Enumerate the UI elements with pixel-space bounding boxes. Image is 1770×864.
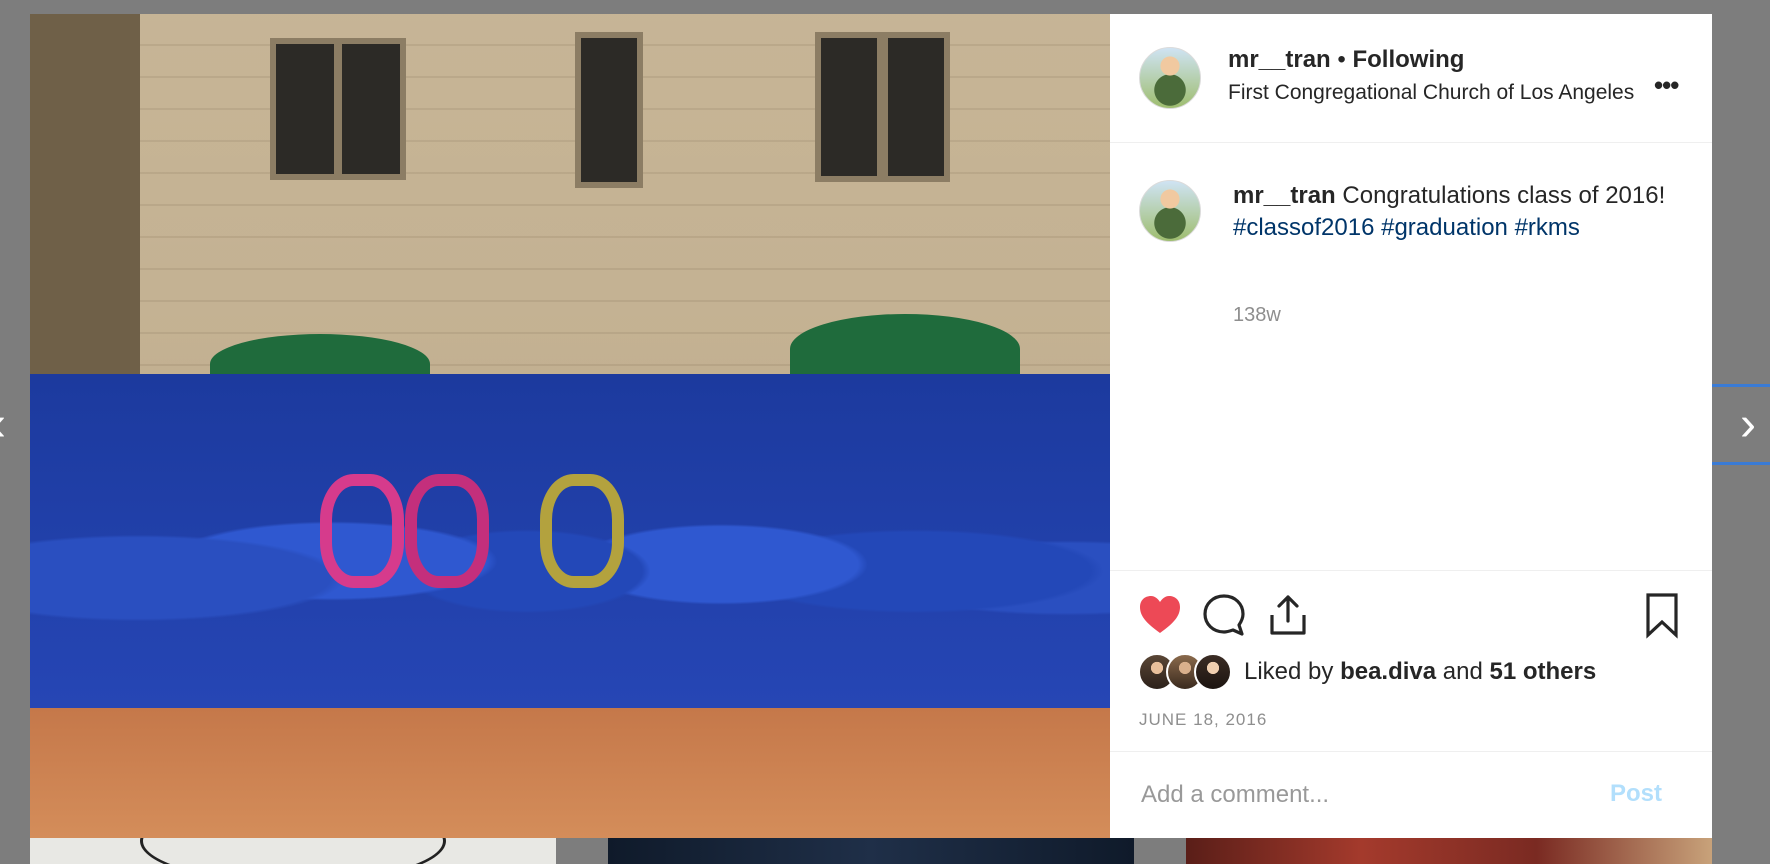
post-date[interactable]: JUNE 18, 2016 <box>1139 710 1267 730</box>
building-window <box>270 38 340 180</box>
post-comment-button[interactable]: Post <box>1610 780 1662 808</box>
comment-icon[interactable] <box>1200 591 1248 639</box>
courtyard-ground <box>30 708 1110 838</box>
header-user-line: mr__tran • Following <box>1228 46 1464 74</box>
likes-others-link[interactable]: 51 others <box>1490 658 1597 685</box>
nav-highlight-line <box>1712 462 1770 465</box>
header-username[interactable]: mr__tran <box>1228 46 1331 73</box>
grid-thumbnail[interactable] <box>1186 838 1712 864</box>
heart-icon[interactable] <box>1136 591 1184 639</box>
hashtag-link[interactable]: #graduation <box>1381 214 1508 241</box>
follow-separator: • <box>1330 46 1353 73</box>
liker-avatar[interactable] <box>1194 653 1232 691</box>
caption-avatar[interactable] <box>1139 180 1201 242</box>
post-photo[interactable] <box>30 14 1110 838</box>
caption: mr__tran Congratulations class of 2016! … <box>1233 180 1683 244</box>
liked-by-username[interactable]: bea.diva <box>1340 658 1436 685</box>
user-avatar[interactable] <box>1139 47 1201 109</box>
flower-lei <box>320 474 404 588</box>
post-side-panel: mr__tran • Following First Congregationa… <box>1110 14 1712 838</box>
likes-and: and <box>1436 658 1490 685</box>
nav-highlight-line <box>1712 384 1770 387</box>
flower-lei <box>540 474 624 588</box>
hashtag-link[interactable]: #rkms <box>1515 214 1580 241</box>
caption-area: mr__tran Congratulations class of 2016! … <box>1110 142 1712 571</box>
building-window <box>815 32 883 182</box>
likes-text: Liked by bea.diva and 51 others <box>1244 658 1596 686</box>
flower-lei <box>405 474 489 588</box>
caption-time-ago[interactable]: 138w <box>1233 304 1281 327</box>
share-icon[interactable] <box>1264 591 1312 639</box>
next-post-arrow-icon[interactable]: › <box>1728 400 1768 450</box>
building-window <box>882 32 950 182</box>
post-location[interactable]: First Congregational Church of Los Angel… <box>1228 81 1634 105</box>
building-window <box>575 32 643 188</box>
previous-post-arrow-icon[interactable]: ‹ <box>0 400 18 450</box>
grid-thumbnail[interactable] <box>608 838 1134 864</box>
grid-thumbnail[interactable] <box>30 838 556 864</box>
caption-body: Congratulations class of 2016! <box>1335 182 1666 209</box>
bookmark-icon[interactable] <box>1638 591 1686 639</box>
post-actions: Liked by bea.diva and 51 others JUNE 18,… <box>1110 571 1712 752</box>
likes-summary: Liked by bea.diva and 51 others <box>1138 653 1596 691</box>
post-header: mr__tran • Following First Congregationa… <box>1110 14 1712 143</box>
likes-prefix: Liked by <box>1244 658 1341 685</box>
hashtag-link[interactable]: #classof2016 <box>1233 214 1374 241</box>
caption-username[interactable]: mr__tran <box>1233 182 1336 209</box>
post-modal: mr__tran • Following First Congregationa… <box>30 14 1712 838</box>
comment-input[interactable] <box>1139 776 1583 814</box>
following-button[interactable]: Following <box>1352 46 1464 73</box>
building-window <box>336 38 406 180</box>
more-options-icon[interactable]: ••• <box>1654 70 1679 101</box>
comment-box: Post <box>1110 752 1712 838</box>
